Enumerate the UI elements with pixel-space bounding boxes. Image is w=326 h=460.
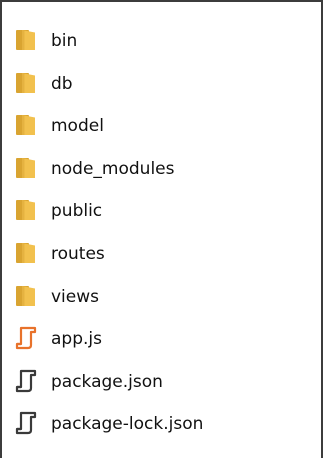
list-item-public[interactable]: public [14,200,203,246]
item-label: db [51,73,73,94]
item-label: package.json [51,371,163,392]
folder-icon [14,241,38,265]
item-label: public [51,201,103,222]
folder-icon [14,284,38,308]
item-label: routes [51,243,105,264]
list-item-bin[interactable]: bin [14,30,203,76]
file-list: bin db model node_modules public routes … [14,30,204,459]
file-explorer-panel: bin db model node_modules public routes … [0,0,323,458]
list-item-node-modules[interactable]: node_modules [14,157,203,204]
folder-icon [14,113,38,137]
item-label: model [51,116,104,137]
list-item-routes[interactable]: routes [14,242,203,289]
folder-icon [14,71,38,95]
list-item-model[interactable]: model [14,115,203,161]
item-label: views [51,286,100,307]
folder-icon [14,28,38,52]
item-label: node_modules [51,158,175,179]
folder-icon [14,198,38,222]
list-item-package-lock-json[interactable]: package-lock.json [14,412,204,459]
folder-icon [14,156,38,180]
json-file-icon [14,411,38,435]
list-item-package-json[interactable]: package.json [14,369,203,417]
item-label: bin [51,31,78,51]
item-label: app.js [51,329,102,350]
list-item-views[interactable]: views [14,285,203,332]
js-file-icon [14,326,38,350]
list-item-db[interactable]: db [14,72,203,119]
json-file-icon [14,369,38,393]
list-item-app-js[interactable]: app.js [14,327,203,374]
item-label: package-lock.json [51,414,204,435]
